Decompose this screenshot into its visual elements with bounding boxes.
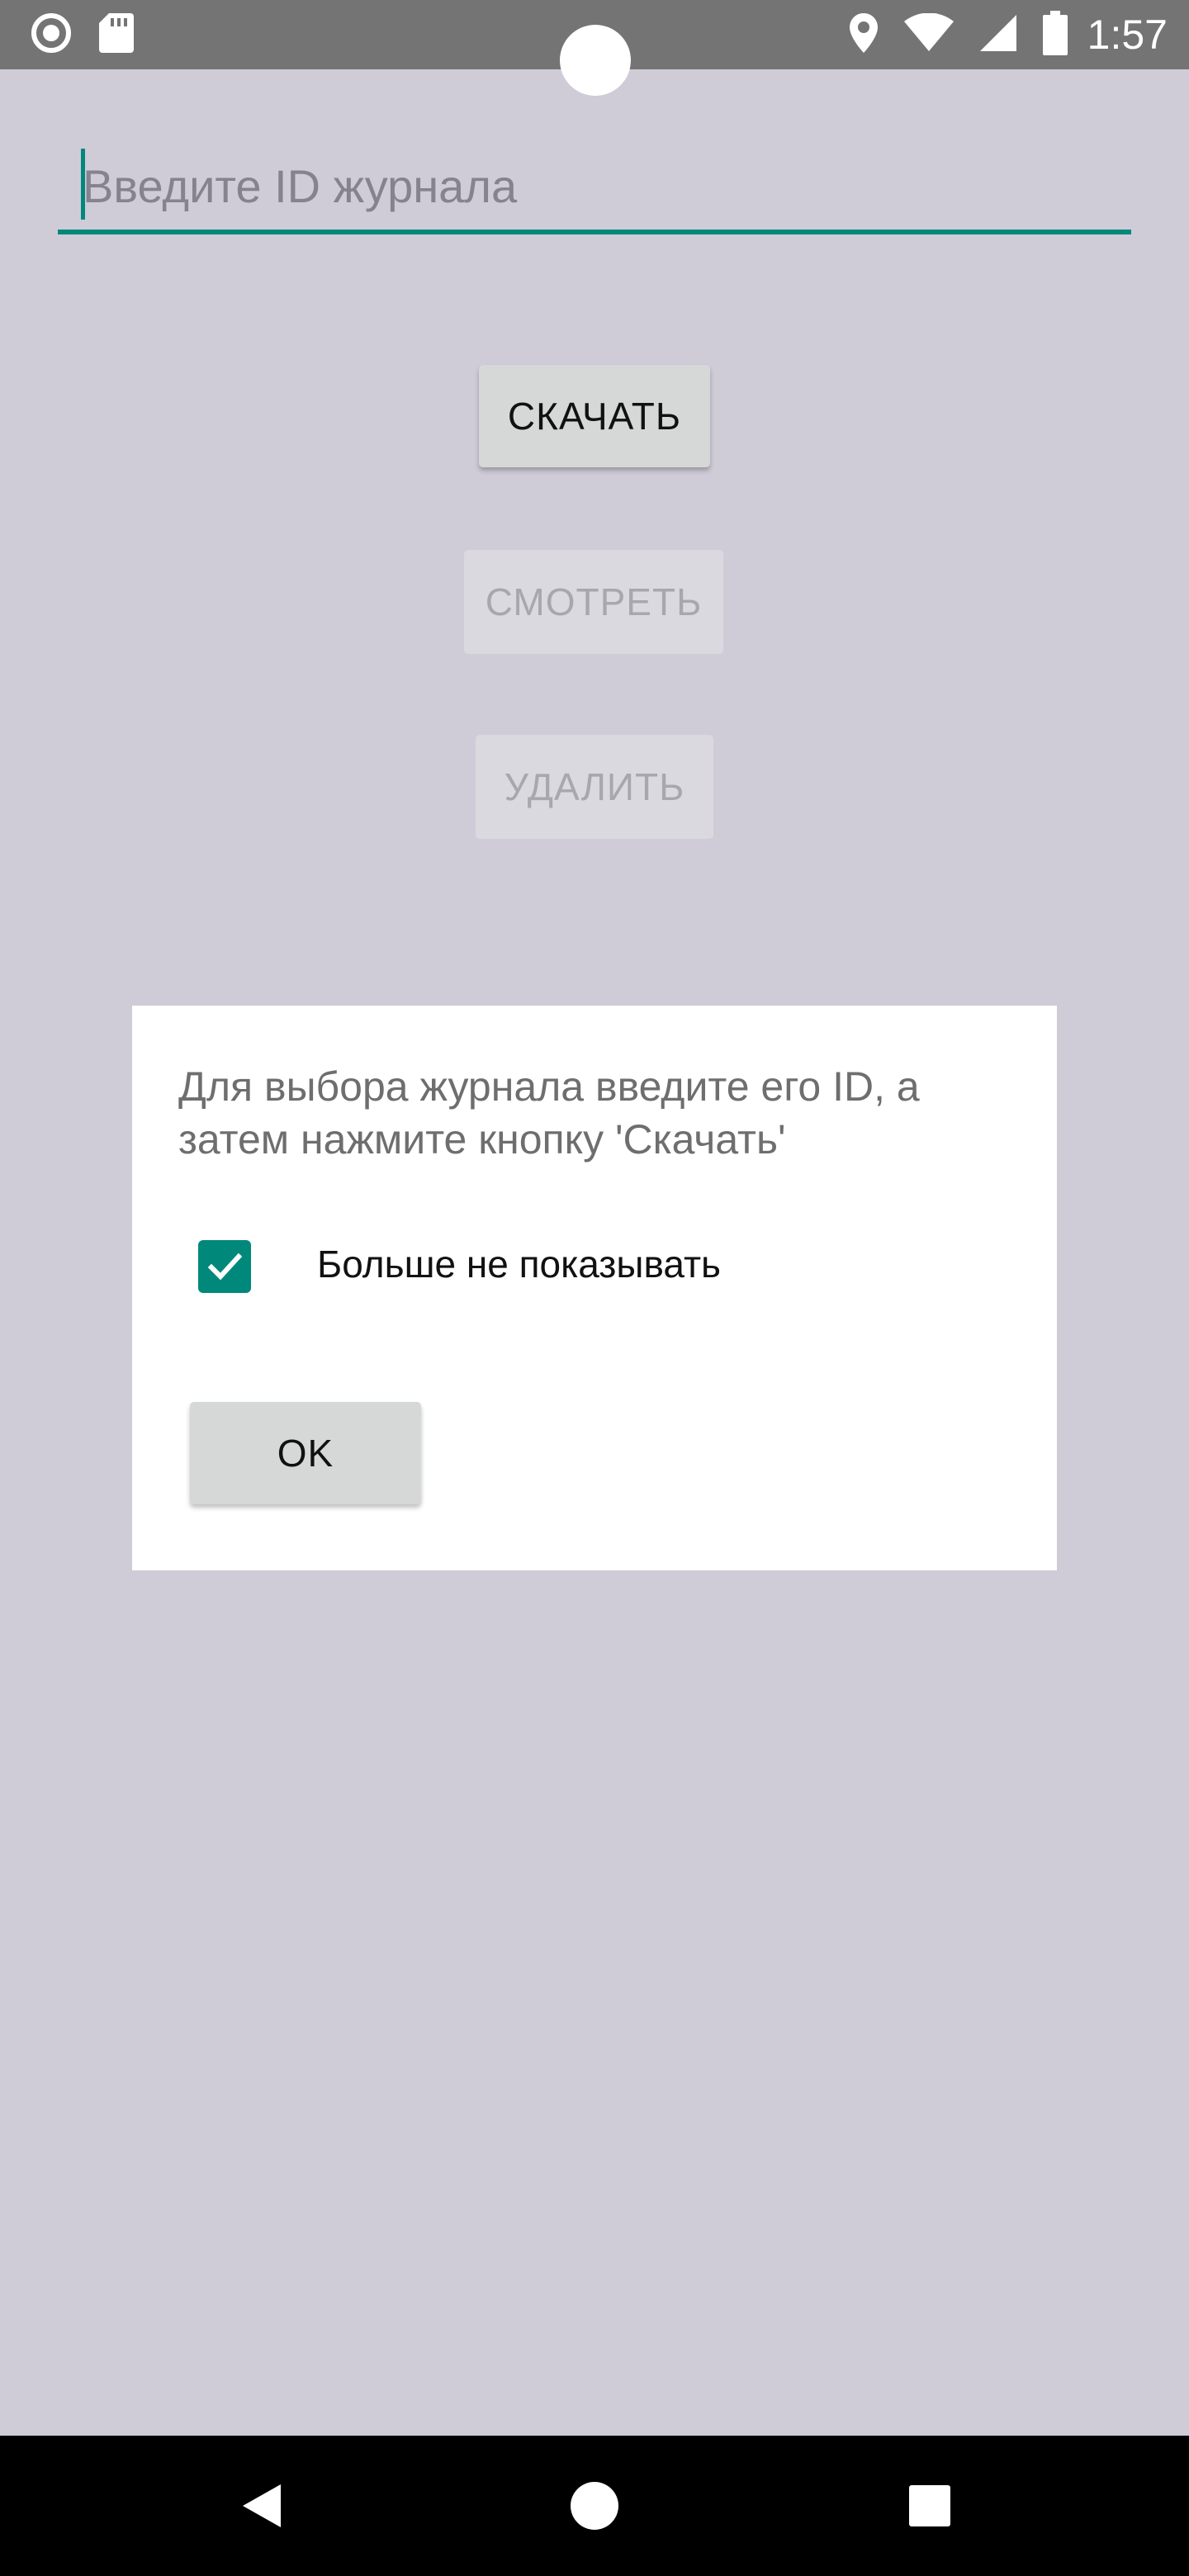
info-dialog: Для выбора журнала введите его ID, а зат… bbox=[132, 1006, 1057, 1570]
wifi-icon bbox=[903, 12, 954, 57]
back-icon bbox=[243, 2484, 281, 2527]
camera-cutout bbox=[560, 25, 631, 96]
record-icon bbox=[30, 12, 73, 59]
download-button[interactable]: СКАЧАТЬ bbox=[479, 365, 710, 467]
dont-show-again-checkbox[interactable] bbox=[198, 1240, 251, 1293]
battery-icon bbox=[1042, 10, 1068, 59]
sd-card-icon bbox=[97, 12, 134, 59]
recents-icon bbox=[909, 2485, 950, 2526]
signal-icon bbox=[978, 13, 1018, 57]
status-time: 1:57 bbox=[1087, 12, 1168, 58]
dont-show-again-label[interactable]: Больше не показывать bbox=[317, 1242, 721, 1286]
input-underline bbox=[58, 230, 1131, 234]
home-button[interactable] bbox=[528, 2436, 661, 2576]
ok-button[interactable]: OK bbox=[190, 1402, 421, 1504]
dialog-message: Для выбора журнала введите его ID, а зат… bbox=[178, 1063, 920, 1163]
location-icon bbox=[848, 12, 879, 59]
recents-button[interactable] bbox=[864, 2436, 996, 2576]
delete-button[interactable]: УДАЛИТЬ bbox=[476, 735, 713, 839]
home-icon bbox=[571, 2482, 618, 2530]
back-button[interactable] bbox=[195, 2436, 327, 2576]
journal-id-field[interactable] bbox=[58, 140, 1131, 236]
navigation-bar bbox=[0, 2436, 1189, 2576]
journal-id-input[interactable] bbox=[58, 140, 1131, 231]
checkmark-icon bbox=[207, 1252, 243, 1281]
text-cursor bbox=[81, 149, 85, 220]
view-button[interactable]: СМОТРЕТЬ bbox=[464, 550, 723, 654]
